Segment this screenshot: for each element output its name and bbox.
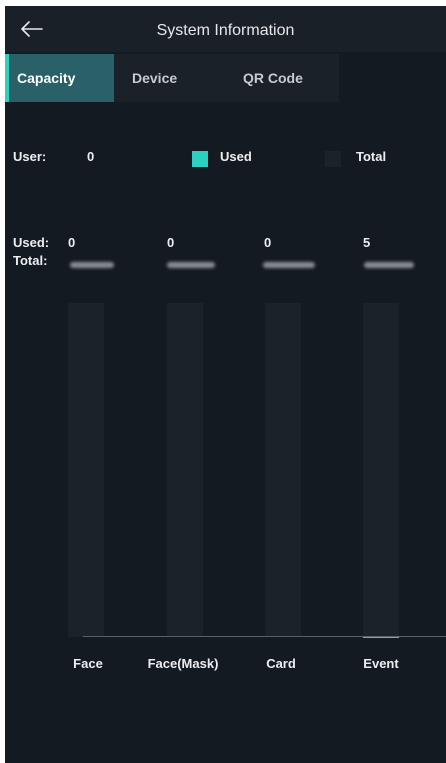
- active-tab-indicator: [5, 54, 9, 102]
- bar-event: [363, 303, 399, 637]
- face-used-value: 0: [68, 235, 76, 250]
- tab-qr-code-label: QR Code: [243, 70, 303, 86]
- legend-used-label: Used: [220, 149, 252, 164]
- category-label-event: Event: [363, 656, 399, 671]
- tab-capacity[interactable]: Capacity: [5, 54, 114, 102]
- category-label-face: Face: [73, 656, 103, 671]
- bar-card: [265, 303, 301, 637]
- event-used-value: 5: [363, 235, 371, 250]
- legend-used-swatch: [192, 151, 208, 167]
- tab-bar: Capacity Device QR Code: [5, 54, 339, 102]
- page-title: System Information: [156, 22, 295, 39]
- user-count: 0: [87, 149, 95, 164]
- face-mask-used-value: 0: [167, 235, 175, 250]
- card-total-blurred: [263, 262, 315, 268]
- tab-device-label: Device: [132, 70, 178, 86]
- category-label-face-mask: Face(Mask): [147, 656, 219, 671]
- face-mask-total-blurred: [167, 262, 215, 268]
- bar-face: [68, 303, 104, 637]
- used-row-label: Used:: [13, 235, 50, 250]
- bar-face-mask: [167, 303, 203, 637]
- x-axis-line: [83, 636, 446, 637]
- total-row-label: Total:: [13, 253, 48, 268]
- tab-capacity-label: Capacity: [17, 70, 76, 86]
- event-total-blurred: [364, 262, 414, 268]
- header-bar: System Information: [5, 6, 446, 52]
- tab-qr-code[interactable]: QR Code: [214, 54, 339, 102]
- screen: System Information Capacity Device QR Co…: [5, 6, 446, 763]
- user-label: User:: [13, 149, 47, 164]
- legend-total-label: Total: [356, 149, 387, 164]
- category-label-card: Card: [266, 656, 296, 671]
- card-used-value: 0: [264, 235, 272, 250]
- tab-device[interactable]: Device: [114, 54, 214, 102]
- face-total-blurred: [70, 262, 114, 268]
- legend-total-swatch: [325, 151, 341, 167]
